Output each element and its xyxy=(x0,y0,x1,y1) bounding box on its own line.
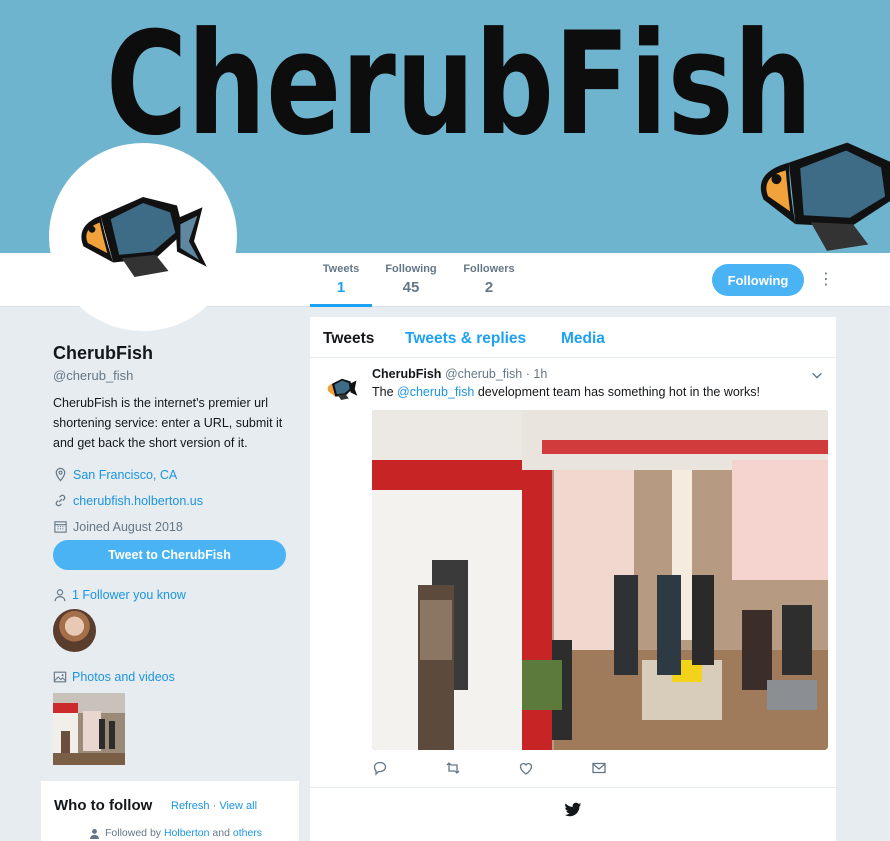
stat-following-count: 45 xyxy=(402,279,420,296)
tweet-photo-image xyxy=(372,410,828,750)
followed-by-others[interactable]: others xyxy=(233,827,262,839)
tab-tweets[interactable]: Tweets xyxy=(323,330,374,348)
profile-bio: CherubFish is the internet's premier url… xyxy=(53,396,283,450)
stat-followers[interactable]: Followers 2 xyxy=(461,263,517,296)
stat-tweets-count: 1 xyxy=(336,279,346,296)
who-to-follow-links: Refresh · View all xyxy=(171,800,257,812)
timeline-tabs: Tweets Tweets & replies Media xyxy=(310,317,836,358)
profile-avatar[interactable] xyxy=(49,143,237,331)
followed-by-and: and xyxy=(212,827,230,839)
tweet-to-button[interactable]: Tweet to CherubFish xyxy=(53,540,286,570)
fish-logo-icon xyxy=(760,142,890,251)
chevron-down-icon[interactable] xyxy=(810,368,824,382)
tab-media[interactable]: Media xyxy=(561,330,605,348)
followed-by: Followed by Holberton and others xyxy=(89,827,262,839)
follower-avatar[interactable] xyxy=(53,609,96,652)
joined-date: Joined August 2018 xyxy=(73,519,183,534)
reply-icon[interactable] xyxy=(372,760,388,776)
stat-following[interactable]: Following 45 xyxy=(383,263,439,296)
tweet-header: CherubFish @cherub_fish · 1h xyxy=(372,367,547,381)
more-vertical-icon[interactable]: ⋮ xyxy=(818,270,834,290)
followers-you-know: 1 Follower you know xyxy=(53,588,186,602)
link-icon xyxy=(55,494,66,507)
tab-tweets-replies[interactable]: Tweets & replies xyxy=(405,330,526,348)
profile-website: cherubfish.holberton.us xyxy=(53,491,293,510)
location-pin-icon xyxy=(55,467,66,482)
tweet-text-before: The xyxy=(372,385,394,399)
media-thumbnail[interactable] xyxy=(53,693,125,765)
tweet-mention[interactable]: @cherub_fish xyxy=(397,385,474,399)
stat-tweets-label: Tweets xyxy=(322,263,360,275)
tweet-actions xyxy=(372,760,672,778)
tweet-author-name[interactable]: CherubFish xyxy=(372,367,441,381)
stat-following-label: Following xyxy=(385,263,437,275)
photos-videos-link[interactable]: Photos and videos xyxy=(72,670,175,684)
fish-logo-icon xyxy=(81,197,207,277)
image-icon xyxy=(53,671,67,683)
who-to-follow-card: Who to follow Refresh · View all Followe… xyxy=(41,781,299,841)
stat-followers-label: Followers xyxy=(463,263,515,275)
location-link[interactable]: San Francisco, CA xyxy=(73,468,177,482)
tweet-photo[interactable] xyxy=(372,410,828,750)
profile-location: San Francisco, CA xyxy=(53,465,293,484)
profile-joined: Joined August 2018 xyxy=(53,517,293,536)
tweet-avatar[interactable] xyxy=(325,372,359,406)
retweet-icon[interactable] xyxy=(445,760,461,776)
followed-by-account[interactable]: Holberton xyxy=(164,827,210,839)
profile-name: CherubFish xyxy=(53,343,154,363)
person-icon xyxy=(90,828,99,839)
tweet-text-after: development team has something hot in th… xyxy=(477,385,760,399)
timeline: Tweets Tweets & replies Media CherubFish… xyxy=(310,317,836,841)
stat-followers-count: 2 xyxy=(484,279,494,296)
view-all-link[interactable]: View all xyxy=(219,800,257,812)
followed-by-label: Followed by xyxy=(105,827,162,839)
photos-videos: Photos and videos xyxy=(53,670,175,684)
media-thumbnail-image xyxy=(53,693,125,765)
calendar-icon xyxy=(54,521,67,533)
tweet-author-handle[interactable]: @cherub_fish xyxy=(445,367,522,381)
followers-you-know-link[interactable]: 1 Follower you know xyxy=(72,588,186,602)
profile-handle: @cherub_fish xyxy=(53,368,134,383)
twitter-bird-icon xyxy=(564,802,582,817)
who-to-follow-title: Who to follow xyxy=(54,797,153,814)
profile-card: CherubFish @cherub_fish CherubFish is th… xyxy=(53,343,293,536)
tweet-text: The @cherub_fish development team has so… xyxy=(372,385,760,399)
refresh-link[interactable]: Refresh xyxy=(171,800,210,812)
person-icon xyxy=(54,589,66,602)
banner-title: CherubFish xyxy=(106,2,813,167)
tweet-time[interactable]: · 1h xyxy=(526,367,548,381)
like-icon[interactable] xyxy=(518,760,534,776)
website-link[interactable]: cherubfish.holberton.us xyxy=(73,494,203,508)
tweet[interactable]: CherubFish @cherub_fish · 1h The @cherub… xyxy=(310,358,836,788)
following-button[interactable]: Following xyxy=(712,264,804,296)
stat-tweets[interactable]: Tweets 1 xyxy=(310,263,372,307)
separator: · xyxy=(212,800,217,812)
direct-message-icon[interactable] xyxy=(591,760,607,776)
